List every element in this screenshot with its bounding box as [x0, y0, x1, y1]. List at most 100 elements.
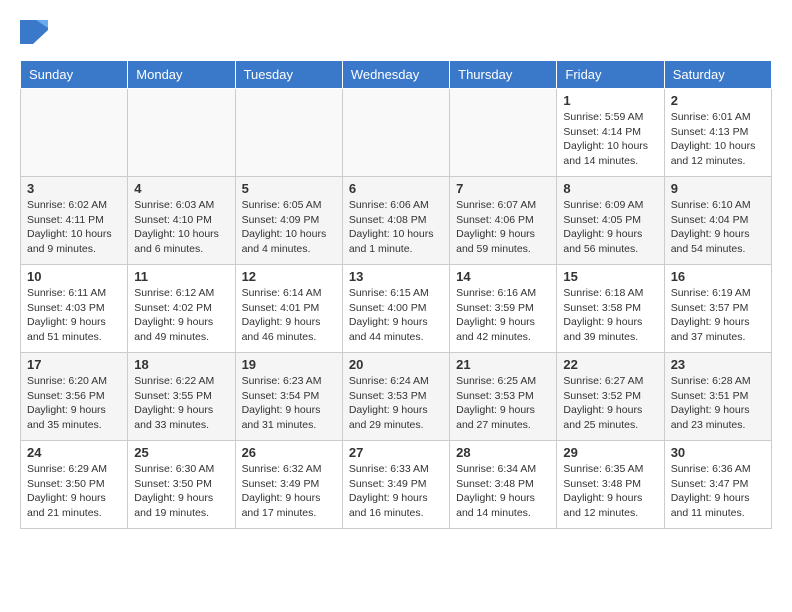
day-info: Sunrise: 6:25 AM [456, 374, 550, 389]
calendar-cell: 30 Sunrise: 6:36 AMSunset: 3:47 PMDayligh… [664, 441, 771, 529]
day-number: 20 [349, 357, 443, 372]
day-info: Sunrise: 6:29 AM [27, 462, 121, 477]
day-info: Sunset: 3:48 PM [456, 477, 550, 492]
day-info: Sunrise: 6:05 AM [242, 198, 336, 213]
day-number: 14 [456, 269, 550, 284]
day-info: Sunset: 4:06 PM [456, 213, 550, 228]
calendar-week-row: 17Sunrise: 6:20 AMSunset: 3:56 PMDayligh… [21, 353, 772, 441]
day-info: Sunrise: 6:07 AM [456, 198, 550, 213]
day-info: Daylight: 9 hours and 27 minutes. [456, 403, 550, 432]
day-info: Daylight: 9 hours and 14 minutes. [456, 491, 550, 520]
weekday-header: Wednesday [342, 61, 449, 89]
day-info: Sunset: 3:49 PM [349, 477, 443, 492]
weekday-header: Friday [557, 61, 664, 89]
day-info: Sunset: 4:02 PM [134, 301, 228, 316]
day-info: Sunrise: 6:02 AM [27, 198, 121, 213]
day-info: Daylight: 9 hours and 11 minutes. [671, 491, 765, 520]
day-number: 24 [27, 445, 121, 460]
day-info: Sunset: 3:50 PM [27, 477, 121, 492]
day-info: Sunset: 3:47 PM [671, 477, 765, 492]
day-info: Daylight: 9 hours and 31 minutes. [242, 403, 336, 432]
day-info: Sunrise: 6:03 AM [134, 198, 228, 213]
calendar-cell [342, 89, 449, 177]
calendar-cell: 29Sunrise: 6:35 AMSunset: 3:48 PMDayligh… [557, 441, 664, 529]
calendar-cell: 12Sunrise: 6:14 AMSunset: 4:01 PMDayligh… [235, 265, 342, 353]
day-number: 1 [563, 93, 657, 108]
day-info: Sunset: 4:01 PM [242, 301, 336, 316]
day-info: Daylight: 9 hours and 49 minutes. [134, 315, 228, 344]
day-number: 18 [134, 357, 228, 372]
day-info: Sunset: 3:53 PM [349, 389, 443, 404]
day-number: 30 [671, 445, 765, 460]
day-number: 23 [671, 357, 765, 372]
day-info: Sunrise: 6:19 AM [671, 286, 765, 301]
calendar-week-row: 1Sunrise: 5:59 AMSunset: 4:14 PMDaylight… [21, 89, 772, 177]
day-info: Daylight: 9 hours and 56 minutes. [563, 227, 657, 256]
day-info: Sunset: 4:13 PM [671, 125, 765, 140]
day-info: Sunset: 4:05 PM [563, 213, 657, 228]
day-info: Sunrise: 6:36 AM [671, 462, 765, 477]
day-info: Sunrise: 6:15 AM [349, 286, 443, 301]
calendar-week-row: 24Sunrise: 6:29 AMSunset: 3:50 PMDayligh… [21, 441, 772, 529]
calendar-cell: 18Sunrise: 6:22 AMSunset: 3:55 PMDayligh… [128, 353, 235, 441]
calendar-cell: 7Sunrise: 6:07 AMSunset: 4:06 PMDaylight… [450, 177, 557, 265]
calendar-cell: 26Sunrise: 6:32 AMSunset: 3:49 PMDayligh… [235, 441, 342, 529]
day-number: 5 [242, 181, 336, 196]
weekday-header: Monday [128, 61, 235, 89]
day-info: Sunset: 3:57 PM [671, 301, 765, 316]
day-info: Daylight: 9 hours and 35 minutes. [27, 403, 121, 432]
calendar-week-row: 10Sunrise: 6:11 AMSunset: 4:03 PMDayligh… [21, 265, 772, 353]
calendar-header-row: SundayMondayTuesdayWednesdayThursdayFrid… [21, 61, 772, 89]
calendar-cell: 3Sunrise: 6:02 AMSunset: 4:11 PMDaylight… [21, 177, 128, 265]
day-number: 28 [456, 445, 550, 460]
calendar-week-row: 3Sunrise: 6:02 AMSunset: 4:11 PMDaylight… [21, 177, 772, 265]
calendar-cell: 2Sunrise: 6:01 AMSunset: 4:13 PMDaylight… [664, 89, 771, 177]
day-info: Sunset: 4:10 PM [134, 213, 228, 228]
day-info: Sunrise: 6:27 AM [563, 374, 657, 389]
page-header [20, 20, 772, 44]
day-number: 4 [134, 181, 228, 196]
day-number: 7 [456, 181, 550, 196]
day-number: 10 [27, 269, 121, 284]
day-info: Sunset: 3:52 PM [563, 389, 657, 404]
day-number: 3 [27, 181, 121, 196]
day-info: Daylight: 10 hours and 4 minutes. [242, 227, 336, 256]
logo-icon [20, 20, 48, 44]
day-info: Sunset: 4:04 PM [671, 213, 765, 228]
day-info: Daylight: 10 hours and 12 minutes. [671, 139, 765, 168]
day-number: 9 [671, 181, 765, 196]
weekday-header: Tuesday [235, 61, 342, 89]
day-info: Sunrise: 6:11 AM [27, 286, 121, 301]
day-number: 8 [563, 181, 657, 196]
day-info: Sunset: 4:00 PM [349, 301, 443, 316]
day-number: 21 [456, 357, 550, 372]
day-info: Sunset: 4:03 PM [27, 301, 121, 316]
calendar-cell: 1Sunrise: 5:59 AMSunset: 4:14 PMDaylight… [557, 89, 664, 177]
day-info: Daylight: 10 hours and 14 minutes. [563, 139, 657, 168]
day-info: Sunrise: 6:23 AM [242, 374, 336, 389]
calendar-cell: 13Sunrise: 6:15 AMSunset: 4:00 PMDayligh… [342, 265, 449, 353]
day-info: Sunset: 3:50 PM [134, 477, 228, 492]
day-info: Sunrise: 6:16 AM [456, 286, 550, 301]
day-info: Daylight: 10 hours and 9 minutes. [27, 227, 121, 256]
day-info: Daylight: 9 hours and 51 minutes. [27, 315, 121, 344]
day-info: Sunrise: 6:24 AM [349, 374, 443, 389]
day-info: Sunset: 3:54 PM [242, 389, 336, 404]
calendar-cell: 11Sunrise: 6:12 AMSunset: 4:02 PMDayligh… [128, 265, 235, 353]
day-info: Daylight: 9 hours and 42 minutes. [456, 315, 550, 344]
day-number: 22 [563, 357, 657, 372]
calendar-cell: 8Sunrise: 6:09 AMSunset: 4:05 PMDaylight… [557, 177, 664, 265]
day-info: Daylight: 9 hours and 46 minutes. [242, 315, 336, 344]
calendar-cell: 22Sunrise: 6:27 AMSunset: 3:52 PMDayligh… [557, 353, 664, 441]
weekday-header: Thursday [450, 61, 557, 89]
calendar-cell: 24Sunrise: 6:29 AMSunset: 3:50 PMDayligh… [21, 441, 128, 529]
day-number: 29 [563, 445, 657, 460]
day-number: 26 [242, 445, 336, 460]
calendar-table: SundayMondayTuesdayWednesdayThursdayFrid… [20, 60, 772, 529]
day-info: Daylight: 10 hours and 1 minute. [349, 227, 443, 256]
day-info: Sunrise: 6:10 AM [671, 198, 765, 213]
day-info: Daylight: 9 hours and 54 minutes. [671, 227, 765, 256]
day-number: 16 [671, 269, 765, 284]
day-number: 15 [563, 269, 657, 284]
day-number: 12 [242, 269, 336, 284]
